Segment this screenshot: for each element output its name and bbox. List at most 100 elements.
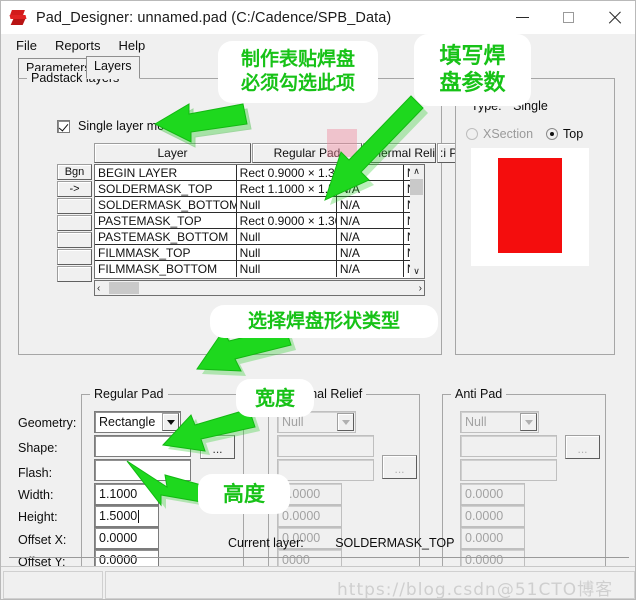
chevron-down-icon[interactable] [520, 413, 537, 431]
row-button[interactable] [57, 198, 92, 214]
single-layer-mode-checkbox[interactable] [57, 119, 70, 133]
anti-pad-browse-button[interactable]: ... [565, 435, 600, 459]
tab-layers[interactable]: Layers [86, 56, 140, 79]
label-width: Width: [18, 488, 54, 502]
anti-width-field[interactable]: 0.0000 [460, 483, 525, 505]
thermal-shape-field[interactable] [277, 435, 374, 457]
note-single-layer-line2: 必须勾选此项 [240, 72, 355, 94]
geometry-combo-value: Rectangle [99, 415, 156, 429]
radio-top-label: Top [563, 127, 584, 141]
offset-x-field[interactable]: 0.0000 [94, 527, 159, 549]
cell-thermal-relief: N/A [337, 229, 404, 244]
horizontal-scroll-thumb[interactable] [109, 282, 139, 294]
row-button-begin[interactable]: Bgn [57, 164, 92, 180]
label-flash: Flash: [18, 466, 53, 480]
cell-layer: SOLDERMASK_BOTTOM [95, 197, 237, 212]
note-shape-type-line1: 选择焊盘形状类型 [247, 309, 400, 332]
layer-row-buttons: Bgn -> [57, 164, 93, 283]
row-button-current[interactable]: -> [57, 181, 92, 197]
column-header-anti-pad[interactable]: :i P [437, 143, 456, 163]
anti-pad-legend: Anti Pad [451, 387, 507, 401]
scroll-down-icon[interactable]: ∨ [410, 265, 423, 278]
status-segment-left [3, 571, 103, 599]
scroll-left-icon[interactable]: ‹ [97, 283, 100, 294]
table-row[interactable]: FILMMASK_BOTTOM Null N/A N/ [95, 261, 424, 277]
minimize-button[interactable] [499, 1, 545, 34]
note-width: 宽度 [236, 379, 314, 417]
cell-layer: FILMMASK_TOP [95, 245, 237, 260]
cell-layer: PASTEMASK_TOP [95, 213, 237, 228]
cell-thermal-relief: N/A [337, 245, 404, 260]
thermal-relief-browse-button[interactable]: ... [382, 455, 417, 479]
label-shape: Shape: [18, 441, 58, 455]
thermal-flash-field[interactable] [277, 459, 374, 481]
pad-preview-canvas [471, 148, 589, 266]
regular-pad-legend: Regular Pad [90, 387, 168, 401]
note-height: 高度 [198, 474, 290, 514]
row-button[interactable] [57, 232, 92, 248]
row-button[interactable] [57, 266, 92, 282]
menu-reports[interactable]: Reports [46, 36, 110, 55]
cell-thermal-relief: N/A [337, 261, 404, 277]
note-single-layer: 制作表贴焊盘 必须勾选此项 [218, 41, 378, 103]
cell-regular-pad: Null [237, 229, 337, 244]
menu-help[interactable]: Help [109, 36, 154, 55]
row-button[interactable] [57, 249, 92, 265]
anti-geometry-value: Null [465, 415, 487, 429]
label-offset-x: Offset X: [18, 533, 67, 547]
cell-regular-pad: Rect 0.9000 × 1.3000 [237, 213, 337, 228]
height-field[interactable]: 1.5000 [94, 505, 159, 527]
scroll-right-icon[interactable]: › [419, 283, 422, 294]
thermal-geometry-value: Null [282, 415, 304, 429]
cell-thermal-relief: N/A [337, 213, 404, 228]
anti-geometry-combo[interactable]: Null [460, 411, 539, 433]
note-height-line1: 高度 [223, 481, 265, 506]
note-single-layer-line1: 制作表贴焊盘 [240, 48, 355, 71]
arrow-to-pad-params [319, 94, 429, 209]
close-button[interactable] [591, 1, 635, 34]
maximize-button[interactable] [545, 1, 591, 34]
cell-regular-pad: Null [237, 245, 337, 260]
current-layer-value: SOLDERMASK_TOP [335, 536, 455, 550]
panel-divider [9, 557, 629, 558]
watermark: https://blog.csdn@51CTO博客 [337, 580, 614, 600]
menu-file[interactable]: File [7, 36, 46, 55]
chevron-down-icon[interactable] [337, 413, 354, 431]
cell-layer: BEGIN LAYER [95, 165, 237, 180]
cell-layer: PASTEMASK_BOTTOM [95, 229, 237, 244]
radio-top[interactable] [546, 128, 559, 140]
note-pad-params-line2: 盘参数 [439, 71, 506, 96]
table-row[interactable]: PASTEMASK_BOTTOM Null N/A N/ [95, 229, 424, 245]
label-geometry: Geometry: [18, 416, 77, 430]
note-width-line1: 宽度 [255, 385, 295, 410]
label-height: Height: [18, 510, 58, 524]
cell-layer: FILMMASK_BOTTOM [95, 261, 237, 277]
note-pad-params-line1: 填写焊 [439, 43, 506, 69]
column-header-layer[interactable]: Layer [94, 143, 251, 163]
window-controls [499, 1, 635, 34]
anti-flash-field[interactable] [460, 459, 557, 481]
pad-preview-panel: Type: Single XSection Top [455, 78, 615, 355]
cell-layer: SOLDERMASK_TOP [95, 181, 237, 196]
anti-offset-x-field[interactable]: 0.0000 [460, 527, 525, 549]
pad-designer-window: Pad_Designer: unnamed.pad (C:/Cadence/SP… [0, 0, 636, 600]
radio-xsection-label: XSection [483, 127, 534, 141]
row-button[interactable] [57, 215, 92, 231]
anti-height-field[interactable]: 0.0000 [460, 505, 525, 527]
note-pad-params: 填写焊 盘参数 [414, 34, 531, 106]
current-layer-status: Current layer: SOLDERMASK_TOP [228, 536, 454, 550]
arrow-to-single-layer [153, 96, 253, 148]
anti-shape-field[interactable] [460, 435, 557, 457]
preview-view-options: XSection Top [466, 127, 596, 141]
cadence-icon [8, 7, 30, 29]
table-row[interactable]: FILMMASK_TOP Null N/A N/ [95, 245, 424, 261]
cell-regular-pad: Null [237, 261, 337, 277]
table-horizontal-scrollbar[interactable]: ‹ › [94, 280, 425, 296]
radio-xsection[interactable] [466, 128, 478, 140]
window-title: Pad_Designer: unnamed.pad (C:/Cadence/SP… [36, 9, 392, 26]
note-shape-type: 选择焊盘形状类型 [210, 305, 438, 338]
current-layer-label: Current layer: [228, 536, 304, 550]
title-bar: Pad_Designer: unnamed.pad (C:/Cadence/SP… [1, 1, 635, 34]
table-row[interactable]: PASTEMASK_TOP Rect 0.9000 × 1.3000 N/A N… [95, 213, 424, 229]
pad-shape-preview [498, 158, 562, 253]
